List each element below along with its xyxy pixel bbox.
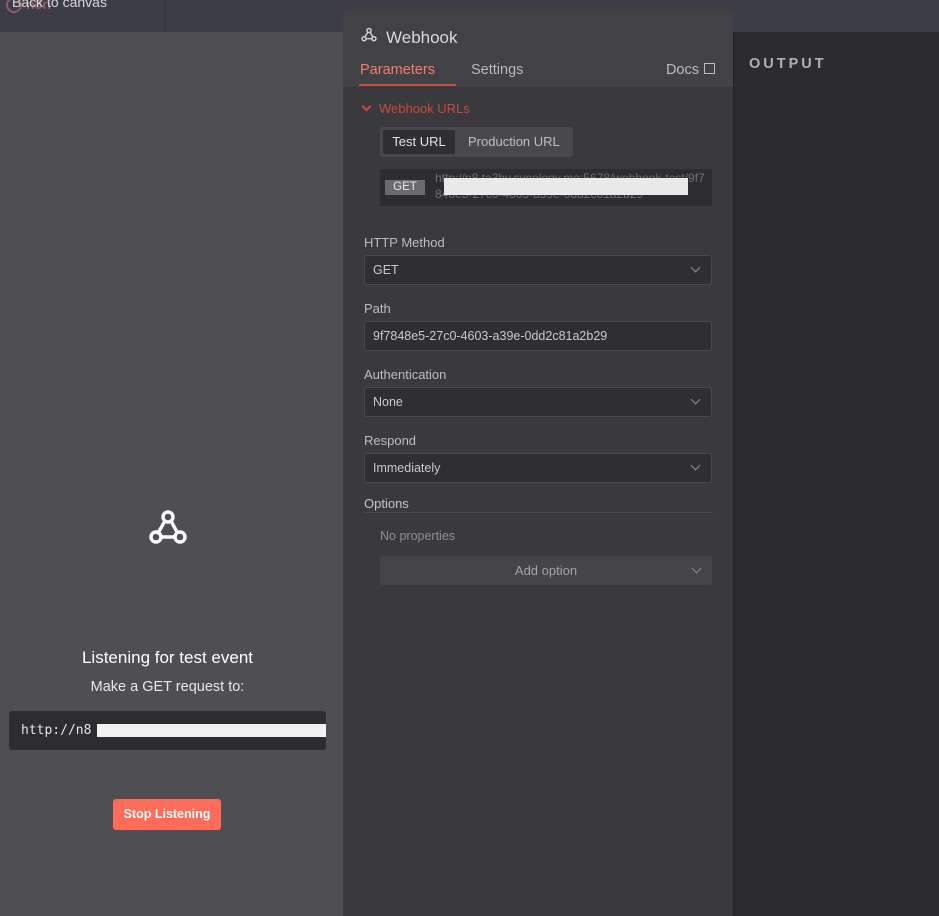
listening-url-prefix: http://n8	[21, 723, 92, 738]
stop-listening-button[interactable]: Stop Listening	[113, 799, 221, 830]
chevron-down-icon	[690, 262, 701, 273]
webhook-urls-label: Webhook URLs	[379, 101, 470, 116]
webhook-icon	[149, 510, 187, 544]
authentication-value: None	[373, 395, 403, 409]
chevron-down-icon	[690, 460, 701, 471]
node-parameters-panel: Webhook Parameters Settings Docs Webhook…	[343, 9, 733, 916]
http-method-label: HTTP Method	[364, 235, 445, 250]
node-name[interactable]: Webhook	[386, 28, 458, 48]
tab-parameters[interactable]: Parameters	[360, 62, 435, 78]
authentication-label: Authentication	[364, 367, 447, 382]
tab-settings[interactable]: Settings	[471, 62, 523, 78]
output-title: OUTPUT	[749, 56, 827, 72]
input-pane: Listening for test event Make a GET requ…	[0, 32, 343, 916]
production-url-tab[interactable]: Production URL	[468, 130, 560, 154]
listening-title: Listening for test event	[81, 648, 254, 667]
authentication-select[interactable]: None	[364, 387, 712, 417]
options-divider	[364, 512, 713, 513]
webhook-icon	[361, 27, 377, 42]
output-pane: OUTPUT	[733, 32, 939, 916]
method-badge: GET	[385, 180, 425, 195]
chevron-down-icon	[691, 563, 702, 574]
path-value: 9f7848e5-27c0-4603-a39e-0dd2c81a2b29	[373, 329, 608, 343]
topbar-divider	[165, 0, 166, 32]
respond-select[interactable]: Immediately	[364, 453, 712, 483]
path-label: Path	[364, 301, 391, 316]
redaction-bar	[444, 178, 688, 195]
test-url-tab[interactable]: Test URL	[383, 130, 455, 154]
panel-tabs: Parameters Settings Docs	[343, 59, 733, 87]
listening-subtitle: Make a GET request to:	[90, 679, 245, 695]
path-input[interactable]: 9f7848e5-27c0-4603-a39e-0dd2c81a2b29	[364, 321, 712, 351]
docs-link[interactable]: Docs	[666, 62, 715, 78]
respond-value: Immediately	[373, 461, 441, 475]
url-type-switch: Test URL Production URL	[380, 127, 573, 157]
options-label: Options	[364, 496, 409, 511]
add-option-button[interactable]: Add option	[380, 556, 712, 585]
chevron-down-icon	[690, 394, 701, 405]
output-pane-edge	[733, 32, 734, 916]
redaction-bar	[97, 724, 326, 737]
back-to-canvas-link[interactable]: Back to canvas	[12, 0, 107, 10]
chevron-down-icon	[361, 101, 372, 112]
add-option-label: Add option	[514, 563, 578, 578]
http-method-select[interactable]: GET	[364, 255, 712, 285]
http-method-value: GET	[373, 263, 399, 277]
external-link-icon	[704, 63, 715, 74]
webhook-urls-toggle[interactable]: Webhook URLs	[361, 101, 470, 116]
docs-label: Docs	[665, 62, 699, 78]
active-tab-indicator	[359, 84, 456, 86]
no-properties-text: No properties	[380, 529, 456, 543]
listening-url-box[interactable]: http://n8 o	[9, 711, 326, 750]
respond-label: Respond	[364, 433, 417, 448]
webhook-url-display[interactable]: GET http://n8.ta3hv.synology.me:5678/web…	[380, 169, 712, 206]
